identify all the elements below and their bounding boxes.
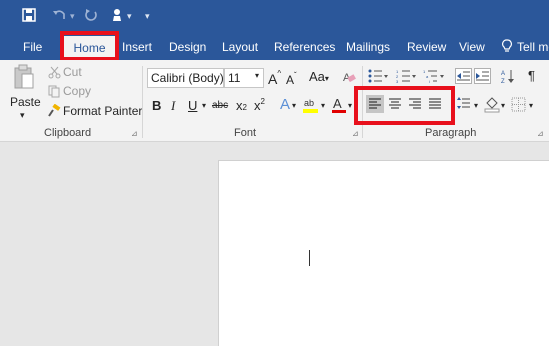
- text-effects-dropdown-icon[interactable]: ▾: [292, 101, 296, 110]
- title-bar: ▾ ▾ ▾: [0, 0, 549, 34]
- ribbon: Paste ▾ Cut Copy Format Painter Clipboar…: [0, 60, 549, 142]
- superscript-icon[interactable]: x2: [254, 97, 265, 113]
- font-color-icon[interactable]: A: [331, 96, 347, 119]
- copy-icon[interactable]: [48, 85, 61, 103]
- touch-mode-dropdown-icon[interactable]: ▾: [127, 11, 132, 22]
- tab-view[interactable]: View: [459, 34, 485, 60]
- lightbulb-icon[interactable]: [501, 34, 513, 60]
- tab-review[interactable]: Review: [407, 34, 446, 60]
- copy-button[interactable]: Copy: [63, 84, 91, 98]
- paste-button[interactable]: Paste: [10, 95, 41, 109]
- subscript-icon[interactable]: x2: [236, 98, 247, 113]
- svg-text:Z: Z: [501, 79, 505, 84]
- shading-dropdown-icon[interactable]: ▾: [501, 101, 505, 110]
- home-tab-highlight: [60, 31, 119, 61]
- clipboard-launcher-icon[interactable]: ⊿: [131, 129, 138, 138]
- svg-text:i: i: [429, 79, 430, 83]
- decrease-indent-icon[interactable]: [455, 68, 472, 89]
- text-effects-icon[interactable]: A: [280, 96, 290, 113]
- tab-layout[interactable]: Layout: [222, 34, 258, 60]
- tell-me-search[interactable]: Tell me: [517, 34, 549, 60]
- paragraph-launcher-icon[interactable]: ⊿: [537, 129, 544, 138]
- clipboard-group-label: Clipboard: [44, 127, 92, 139]
- redo-icon[interactable]: [84, 8, 98, 25]
- font-name-box[interactable]: Calibri (Body): [147, 68, 224, 88]
- font-group-label: Font: [234, 127, 257, 139]
- svg-text:ab: ab: [304, 98, 314, 108]
- show-formatting-marks-icon[interactable]: ¶: [528, 68, 535, 83]
- line-spacing-icon[interactable]: [456, 96, 474, 117]
- svg-text:A: A: [333, 96, 342, 111]
- cut-button[interactable]: Cut: [63, 65, 82, 79]
- highlight-color-icon[interactable]: ab: [302, 96, 320, 119]
- font-color-dropdown-icon[interactable]: ▾: [348, 101, 352, 110]
- scissors-icon[interactable]: [48, 66, 61, 84]
- change-case-icon[interactable]: Aa▾: [309, 69, 329, 84]
- tab-design[interactable]: Design: [169, 34, 206, 60]
- font-size-dropdown-icon[interactable]: ▾: [255, 71, 259, 80]
- paragraph-group-label: Paragraph: [425, 127, 477, 139]
- undo-dropdown-icon[interactable]: ▾: [70, 11, 75, 22]
- touch-mode-icon[interactable]: [110, 8, 124, 25]
- save-icon[interactable]: [22, 8, 36, 25]
- tab-mailings[interactable]: Mailings: [346, 34, 390, 60]
- shrink-font-icon[interactable]: Aˇ: [286, 71, 297, 87]
- paste-dropdown-icon[interactable]: ▾: [20, 110, 25, 121]
- text-cursor: [309, 250, 310, 266]
- svg-text:3: 3: [396, 79, 399, 83]
- font-launcher-icon[interactable]: ⊿: [352, 129, 359, 138]
- grow-font-icon[interactable]: A^: [268, 69, 281, 87]
- format-painter-button[interactable]: Format Painter: [63, 104, 142, 118]
- italic-icon[interactable]: I: [171, 98, 175, 114]
- bold-icon[interactable]: B: [152, 98, 161, 113]
- format-painter-icon[interactable]: [47, 103, 61, 123]
- alignment-highlight: [354, 86, 455, 125]
- line-spacing-dropdown-icon[interactable]: ▾: [474, 101, 478, 110]
- sort-icon[interactable]: AZ: [501, 69, 515, 89]
- tab-references[interactable]: References: [274, 34, 335, 60]
- borders-dropdown-icon[interactable]: ▾: [529, 101, 533, 110]
- document-page[interactable]: [218, 160, 549, 346]
- borders-icon[interactable]: [511, 97, 526, 117]
- svg-text:A: A: [501, 71, 505, 77]
- undo-icon[interactable]: [52, 8, 66, 25]
- underline-icon[interactable]: U: [188, 98, 197, 113]
- paste-icon[interactable]: [13, 64, 35, 97]
- customize-toolbar-icon[interactable]: ▾: [145, 11, 150, 22]
- increase-indent-icon[interactable]: [474, 68, 491, 89]
- tab-insert[interactable]: Insert: [122, 34, 152, 60]
- highlight-dropdown-icon[interactable]: ▾: [321, 101, 325, 110]
- strikethrough-icon[interactable]: abc: [212, 100, 228, 111]
- underline-dropdown-icon[interactable]: ▾: [202, 101, 206, 110]
- shading-icon[interactable]: [484, 96, 500, 118]
- group-divider: [142, 66, 143, 138]
- tab-file[interactable]: File: [23, 34, 42, 60]
